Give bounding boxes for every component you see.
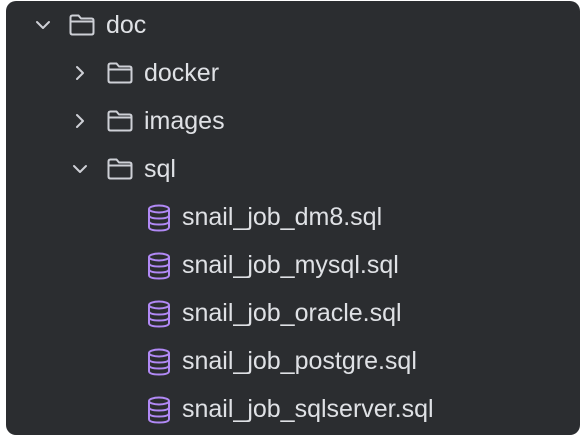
database-icon: [148, 204, 170, 232]
chevron-down-icon[interactable]: [33, 15, 53, 35]
tree-file-snail-job-postgre[interactable]: snail_job_postgre.sql: [6, 337, 580, 385]
chevron-right-icon[interactable]: [70, 63, 90, 83]
folder-icon: [69, 14, 95, 36]
project-tree-panel: doc docker images sql snail_job_dm8.sql …: [6, 1, 580, 435]
tree-node-doc[interactable]: doc: [6, 1, 580, 49]
chevron-right-icon[interactable]: [70, 111, 90, 131]
tree-file-snail-job-sqlserver[interactable]: snail_job_sqlserver.sql: [6, 385, 580, 433]
tree-file-label: snail_job_oracle.sql: [182, 299, 402, 327]
tree-node-docker[interactable]: docker: [6, 49, 580, 97]
database-icon: [148, 396, 170, 424]
tree-node-images[interactable]: images: [6, 97, 580, 145]
tree-node-label: docker: [144, 59, 220, 87]
tree-file-snail-job-oracle[interactable]: snail_job_oracle.sql: [6, 289, 580, 337]
folder-icon: [107, 158, 133, 180]
database-icon: [148, 252, 170, 280]
tree-file-snail-job-dm8[interactable]: snail_job_dm8.sql: [6, 193, 580, 241]
tree-file-snail-job-mysql[interactable]: snail_job_mysql.sql: [6, 241, 580, 289]
tree-node-label: doc: [106, 11, 147, 39]
chevron-down-icon[interactable]: [70, 159, 90, 179]
tree-node-label: sql: [144, 155, 176, 183]
tree-node-sql[interactable]: sql: [6, 145, 580, 193]
tree-file-label: snail_job_sqlserver.sql: [182, 395, 434, 423]
database-icon: [148, 300, 170, 328]
tree-file-label: snail_job_postgre.sql: [182, 347, 417, 375]
tree-file-label: snail_job_mysql.sql: [182, 251, 399, 279]
folder-icon: [107, 62, 133, 84]
database-icon: [148, 348, 170, 376]
folder-icon: [107, 110, 133, 132]
tree-file-label: snail_job_dm8.sql: [182, 203, 383, 231]
tree-node-label: images: [144, 107, 225, 135]
